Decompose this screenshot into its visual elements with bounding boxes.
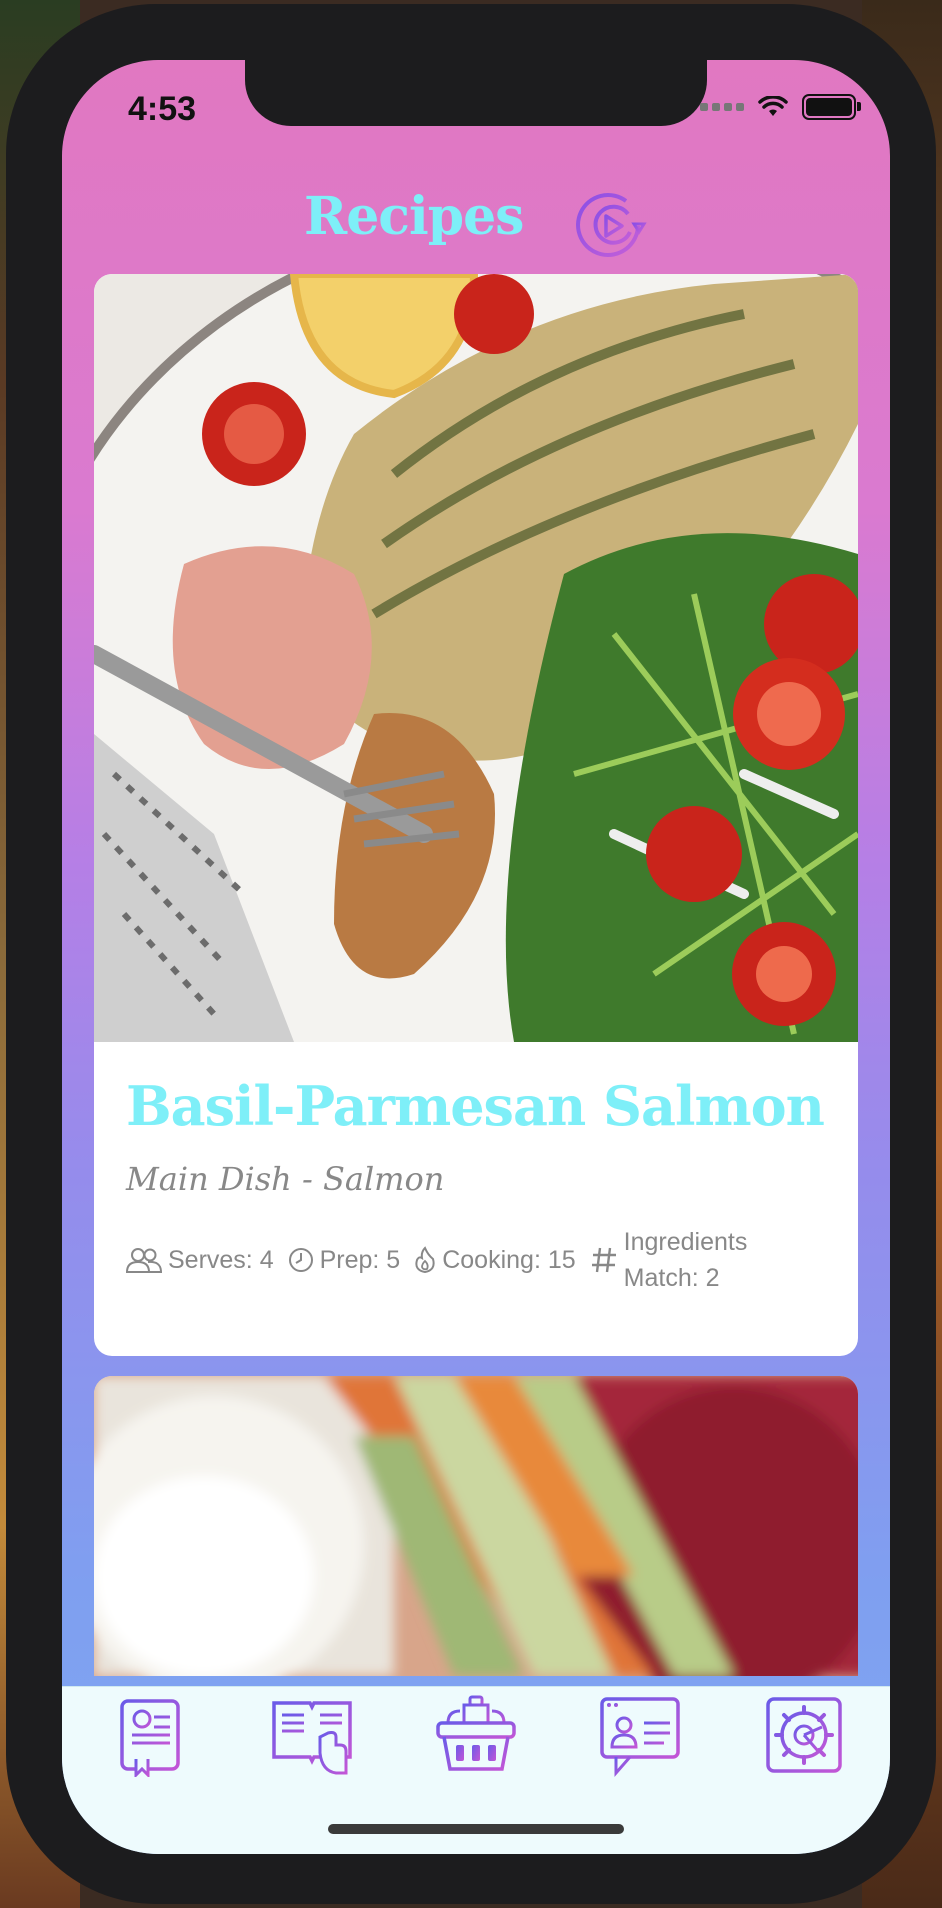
refresh-icon bbox=[576, 193, 647, 258]
battery-icon bbox=[802, 94, 861, 120]
recipe-photo bbox=[94, 274, 858, 1042]
home-indicator[interactable] bbox=[328, 1824, 624, 1834]
wifi-icon bbox=[758, 96, 788, 116]
recipe-title: Basil-Parmesan Salmon bbox=[126, 1074, 825, 1138]
ingredients-match-text: Ingredients Match: 2 bbox=[624, 1224, 748, 1296]
serves-info: Serves: 4 bbox=[126, 1242, 274, 1278]
hash-icon bbox=[591, 1247, 616, 1273]
cooking-info: Cooking: 15 bbox=[414, 1242, 576, 1278]
tab-recipes[interactable] bbox=[110, 1693, 194, 1779]
tab-settings[interactable] bbox=[762, 1693, 846, 1777]
prep-label: Prep: 5 bbox=[319, 1246, 401, 1274]
header: Recipes bbox=[62, 170, 890, 270]
recipe-card[interactable]: Basil-Parmesan Salmon Main Dish - Salmon… bbox=[94, 274, 858, 1356]
prep-info: Prep: 5 bbox=[288, 1242, 401, 1278]
app-screen: 4:53 Recipes Basil-Parmesan Salmon Main … bbox=[62, 60, 890, 1854]
status-time: 4:53 bbox=[128, 90, 197, 128]
page-title: Recipes bbox=[304, 186, 524, 247]
flame-icon bbox=[415, 1246, 435, 1274]
serves-label: Serves: 4 bbox=[168, 1246, 274, 1274]
recipe-meta: Serves: 4 Prep: 5 Cooking: 15 Ingredient… bbox=[126, 1224, 761, 1296]
refresh-button[interactable] bbox=[570, 186, 654, 266]
clock-icon bbox=[288, 1248, 313, 1272]
cellular-signal-icon bbox=[700, 103, 744, 111]
profile-card-icon bbox=[600, 1697, 680, 1777]
phone-frame: 4:53 Recipes Basil-Parmesan Salmon Main … bbox=[6, 4, 936, 1904]
notch bbox=[245, 60, 707, 126]
shopping-basket-icon bbox=[436, 1695, 516, 1771]
tab-cookbook[interactable] bbox=[270, 1693, 354, 1777]
ingredients-match-line1: Ingredients bbox=[623, 1228, 748, 1256]
recipe-category: Main Dish - Salmon bbox=[126, 1160, 445, 1198]
cooking-label: Cooking: 15 bbox=[442, 1246, 576, 1274]
ingredients-match-line2: Match: 2 bbox=[623, 1264, 720, 1292]
open-cookbook-icon bbox=[272, 1701, 352, 1775]
tab-profile[interactable] bbox=[598, 1693, 682, 1777]
recipe-card[interactable] bbox=[94, 1376, 858, 1676]
recipe-photo bbox=[94, 1376, 858, 1676]
ingredients-match-info: Ingredients Match: 2 bbox=[590, 1224, 748, 1296]
tab-shopping[interactable] bbox=[434, 1693, 518, 1777]
recipe-book-icon bbox=[120, 1699, 180, 1779]
settings-gear-icon bbox=[766, 1697, 842, 1773]
status-icons bbox=[700, 94, 861, 120]
people-icon bbox=[126, 1248, 162, 1273]
